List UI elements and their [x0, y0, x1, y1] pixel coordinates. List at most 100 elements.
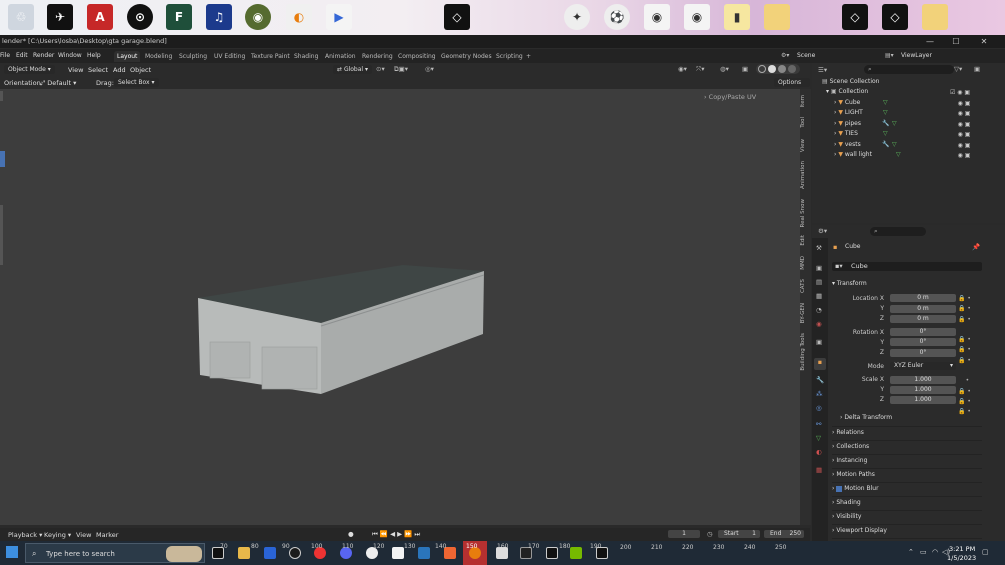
drag-dropdown[interactable]: Select Box ▾	[114, 78, 159, 87]
taskbar-search[interactable]: ⌕ Type here to search	[25, 543, 205, 563]
tab-shading[interactable]: Shading	[291, 51, 321, 62]
playback-controls[interactable]: ⏮ ⏪ ◀ ▶ ⏩ ⏭	[372, 530, 420, 539]
location-y-field[interactable]: 0 m	[890, 305, 956, 313]
close-icon[interactable]: ✕	[972, 35, 996, 48]
list-item[interactable]: › ▼ LIGHT ▽	[834, 108, 1005, 118]
pivot-icon[interactable]: ⊙▾	[376, 65, 385, 73]
tab-by-gen[interactable]: BY-GEN	[800, 303, 811, 323]
instancing-header[interactable]: › Instancing	[832, 454, 982, 465]
blender-icon[interactable]: ◐	[286, 4, 312, 30]
properties-editor-icon[interactable]: ⚙▾	[818, 227, 827, 235]
clock-date[interactable]: 1/5/2023	[947, 554, 976, 562]
motion-blur-header[interactable]: › Motion Blur	[832, 482, 982, 493]
texture-tab-icon[interactable]: ▦	[816, 466, 822, 474]
start-frame-field[interactable]: Start 1	[718, 530, 760, 538]
visibility-icon[interactable]: ◉▾	[678, 65, 687, 73]
options-dropdown[interactable]: Options ▾	[774, 78, 810, 95]
record-icon[interactable]: ●	[348, 530, 354, 538]
wifi-icon[interactable]: ◠	[932, 548, 938, 556]
tab-modeling[interactable]: Modeling	[142, 51, 175, 62]
app-icon[interactable]: ▶	[326, 4, 352, 30]
menu-add[interactable]: Add	[113, 66, 126, 74]
orientation-dropdown[interactable]: ⤢ Default ▾	[40, 79, 76, 88]
tab-edit[interactable]: Edit	[800, 235, 811, 246]
pin-icon[interactable]: 📌	[972, 243, 980, 251]
preview-range-icon[interactable]: ◷	[707, 530, 713, 538]
menu-select[interactable]: Select	[88, 66, 108, 74]
motion-paths-header[interactable]: › Motion Paths	[832, 468, 982, 479]
scale-z-field[interactable]: 1.000	[890, 396, 956, 404]
store-icon[interactable]	[392, 547, 404, 559]
tab-scripting[interactable]: Scripting	[493, 51, 526, 62]
menu-help[interactable]: Help	[87, 52, 101, 59]
visibility-header[interactable]: › Visibility	[832, 510, 982, 521]
mode-dropdown[interactable]: Object Mode ▾	[4, 65, 55, 74]
add-workspace-button[interactable]: +	[523, 51, 534, 62]
timeline-view[interactable]: View	[76, 531, 91, 539]
collections-header[interactable]: › Collections	[832, 440, 982, 451]
list-item[interactable]: › ▼ pipes 🔧 ▽	[834, 119, 1005, 129]
tab-real-snow[interactable]: Real Snow	[800, 199, 811, 227]
viewport-display-header[interactable]: › Viewport Display	[832, 524, 982, 535]
outliner-editor-icon[interactable]: ☰▾	[818, 66, 827, 74]
outliner-search-input[interactable]	[864, 65, 954, 74]
scale-x-field[interactable]: 1.000	[890, 376, 956, 384]
file-icon[interactable]: ◉	[644, 4, 670, 30]
file-icon[interactable]: ▮	[724, 4, 750, 30]
wireframe-shading-icon[interactable]	[758, 65, 766, 73]
pubg-icon[interactable]: ◉	[245, 4, 271, 30]
location-x-field[interactable]: 0 m	[890, 294, 956, 302]
menu-file[interactable]: File	[0, 52, 10, 59]
scale-y-field[interactable]: 1.000	[890, 386, 956, 394]
gizmo-icon[interactable]: ⤧▾	[696, 65, 704, 74]
tab-sculpting[interactable]: Sculpting	[176, 51, 210, 62]
tray-chevron-icon[interactable]: ⌃	[908, 548, 914, 556]
visibility-toggles[interactable]: ☑ ◉ ▣ ◉ ▣ ◉ ▣ ◉ ▣ ◉ ▣ ◉ ▣ ◉ ▣	[950, 88, 970, 162]
adobe-acrobat-icon[interactable]: A	[87, 4, 113, 30]
timeline-playback[interactable]: Playback ▾	[8, 531, 42, 539]
snap-icon[interactable]: ⧉▣▾	[394, 65, 408, 74]
rendered-shading-icon[interactable]	[788, 65, 796, 73]
timeline-marker[interactable]: Marker	[96, 531, 118, 539]
3d-viewport[interactable]: › Copy/Paste UV	[0, 89, 800, 525]
maximize-icon[interactable]: ☐	[944, 35, 968, 48]
constraints-tab-icon[interactable]: ⚯	[816, 420, 821, 428]
tab-rendering[interactable]: Rendering	[359, 51, 396, 62]
view-layer-tab-icon[interactable]: ▦	[816, 292, 822, 300]
file-icon[interactable]: ◉	[684, 4, 710, 30]
app-icon[interactable]: ⚽	[604, 4, 630, 30]
delta-transform-header[interactable]: › Delta Transform	[840, 412, 982, 423]
scene-collection-row[interactable]: ▤ Scene Collection	[822, 77, 1005, 87]
lock-toggles[interactable]: 🔒 • 🔒 • 🔒 • 🔒 • 🔒 • 🔒 • • 🔒 • 🔒 • 🔒 •	[958, 294, 971, 418]
relations-header[interactable]: › Relations	[832, 426, 982, 437]
motion-blur-checkbox[interactable]	[836, 485, 843, 492]
tab-compositing[interactable]: Compositing	[395, 51, 439, 62]
tab-building-tools[interactable]: Building Tools	[800, 333, 811, 371]
properties-search-input[interactable]	[870, 227, 926, 236]
viewlayer-selector[interactable]: ViewLayer	[901, 52, 932, 59]
rotation-x-field[interactable]: 0°	[890, 328, 956, 336]
solid-shading-icon[interactable]	[768, 65, 776, 73]
app-icon[interactable]: ✦	[564, 4, 590, 30]
transform-orientation-dropdown[interactable]: ⇄ Global ▾	[333, 65, 372, 74]
tab-geometry-nodes[interactable]: Geometry Nodes	[438, 51, 495, 62]
list-item[interactable]: › ▼ TIES ▽	[834, 129, 1005, 139]
overlay-icon[interactable]: ◍▾	[720, 65, 729, 73]
menu-edit[interactable]: Edit	[16, 52, 28, 59]
audacity-icon[interactable]: ♫	[206, 4, 232, 30]
app-icon[interactable]	[264, 547, 276, 559]
network-icon[interactable]: ▭	[920, 548, 927, 556]
material-tab-icon[interactable]: ◐	[816, 448, 822, 456]
folder-icon[interactable]	[922, 4, 948, 30]
list-item[interactable]: › ▼ Cube ▽	[834, 98, 1005, 108]
rotation-mode-dropdown[interactable]: XYZ Euler ▾	[890, 362, 956, 370]
list-item[interactable]: › ▼ vests 🔧 ▽	[834, 140, 1005, 150]
world-tab-icon[interactable]: ◉	[816, 320, 822, 328]
tab-view[interactable]: View	[800, 139, 811, 152]
shading-header[interactable]: › Shading	[832, 496, 982, 507]
output-tab-icon[interactable]: ▤	[816, 278, 822, 286]
menu-window[interactable]: Window	[58, 52, 82, 59]
rotation-z-field[interactable]: 0°	[890, 349, 956, 357]
nvidia-icon[interactable]	[570, 547, 582, 559]
scene-selector[interactable]: Scene	[797, 52, 815, 59]
